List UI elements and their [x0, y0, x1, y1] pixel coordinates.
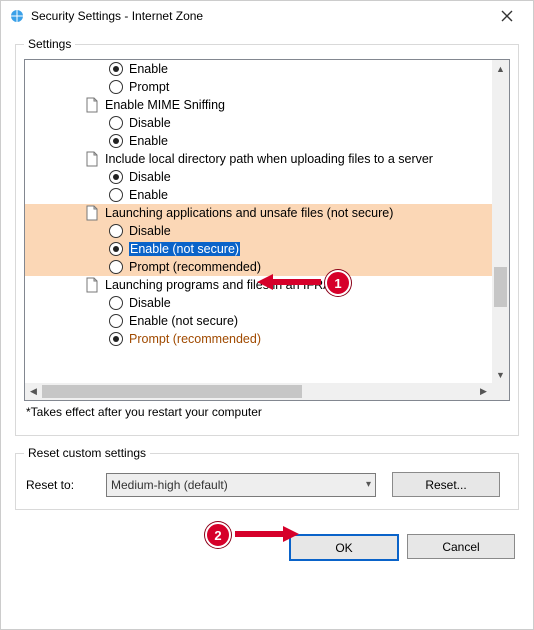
document-icon [85, 277, 99, 293]
radio-icon [109, 134, 123, 148]
category-launch-unsafe[interactable]: Launching applications and unsafe files … [25, 204, 492, 222]
document-icon [85, 151, 99, 167]
dialog-window: Security Settings - Internet Zone Settin… [0, 0, 534, 630]
reset-legend: Reset custom settings [24, 446, 150, 460]
option-label: Prompt [129, 80, 169, 94]
scroll-thumb[interactable] [42, 385, 302, 398]
dialog-footer: 2 OK Cancel [1, 520, 533, 561]
window-title: Security Settings - Internet Zone [31, 9, 203, 23]
scroll-track[interactable] [492, 77, 509, 366]
restart-note: *Takes effect after you restart your com… [24, 401, 510, 427]
reset-button[interactable]: Reset... [392, 472, 500, 497]
radio-icon [109, 296, 123, 310]
document-icon [85, 97, 99, 113]
option-enable[interactable]: Enable [25, 60, 492, 78]
vertical-scrollbar[interactable]: ▲ ▼ [492, 60, 509, 383]
option-label: Disable [129, 116, 171, 130]
category-label: Include local directory path when upload… [105, 152, 433, 166]
category-mime-sniffing[interactable]: Enable MIME Sniffing [25, 96, 492, 114]
settings-group: Settings Enable Prompt Enable [15, 37, 519, 436]
tree-viewport[interactable]: Enable Prompt Enable MIME Sniffing Disab… [25, 60, 492, 383]
option-label: Disable [129, 170, 171, 184]
radio-icon [109, 188, 123, 202]
option-label: Prompt (recommended) [129, 332, 261, 346]
radio-icon [109, 62, 123, 76]
radio-icon [109, 314, 123, 328]
option-localdir-enable[interactable]: Enable [25, 186, 492, 204]
scroll-thumb[interactable] [494, 267, 507, 307]
category-label: Launching applications and unsafe files … [105, 206, 393, 220]
scroll-right-icon[interactable]: ▶ [475, 383, 492, 400]
close-button[interactable] [487, 1, 527, 31]
document-icon [85, 205, 99, 221]
option-localdir-disable[interactable]: Disable [25, 168, 492, 186]
option-label: Enable [129, 188, 168, 202]
scroll-down-icon[interactable]: ▼ [492, 366, 509, 383]
option-iframe-enable[interactable]: Enable (not secure) [25, 312, 492, 330]
annotation-arrow-2 [231, 524, 301, 544]
radio-icon [109, 170, 123, 184]
option-launch-unsafe-disable[interactable]: Disable [25, 222, 492, 240]
radio-icon [109, 260, 123, 274]
option-prompt[interactable]: Prompt [25, 78, 492, 96]
option-label: Disable [129, 296, 171, 310]
radio-icon [109, 80, 123, 94]
combo-value: Medium-high (default) [111, 478, 228, 492]
app-icon [9, 8, 25, 24]
annotation-arrow-1 [255, 272, 325, 292]
option-mime-enable[interactable]: Enable [25, 132, 492, 150]
option-label: Prompt (recommended) [129, 260, 261, 274]
cancel-button[interactable]: Cancel [407, 534, 515, 559]
option-label: Enable (not secure) [129, 242, 240, 256]
option-iframe-disable[interactable]: Disable [25, 294, 492, 312]
scroll-up-icon[interactable]: ▲ [492, 60, 509, 77]
option-iframe-prompt[interactable]: Prompt (recommended) [25, 330, 492, 348]
titlebar: Security Settings - Internet Zone [1, 1, 533, 31]
reset-level-combo[interactable]: Medium-high (default) ▾ [106, 473, 376, 497]
option-label: Enable [129, 134, 168, 148]
annotation-badge-2: 2 [205, 522, 231, 548]
radio-icon [109, 332, 123, 346]
option-label: Enable [129, 62, 168, 76]
reset-group: Reset custom settings Reset to: Medium-h… [15, 446, 519, 510]
option-label: Disable [129, 224, 171, 238]
option-mime-disable[interactable]: Disable [25, 114, 492, 132]
reset-to-label: Reset to: [26, 478, 106, 492]
category-label: Enable MIME Sniffing [105, 98, 225, 112]
settings-tree: Enable Prompt Enable MIME Sniffing Disab… [24, 59, 510, 401]
radio-icon [109, 224, 123, 238]
close-icon [501, 10, 513, 22]
settings-legend: Settings [24, 37, 75, 51]
category-local-dir[interactable]: Include local directory path when upload… [25, 150, 492, 168]
annotation-badge-1: 1 [325, 270, 351, 296]
chevron-down-icon: ▾ [366, 479, 371, 490]
ok-button[interactable]: OK [289, 534, 399, 561]
option-launch-unsafe-enable[interactable]: Enable (not secure) [25, 240, 492, 258]
scroll-corner [492, 383, 509, 400]
scroll-left-icon[interactable]: ◀ [25, 383, 42, 400]
option-label: Enable (not secure) [129, 314, 238, 328]
horizontal-scrollbar[interactable]: ◀ ▶ [25, 383, 492, 400]
scroll-track[interactable] [42, 383, 475, 400]
radio-icon [109, 116, 123, 130]
radio-icon [109, 242, 123, 256]
